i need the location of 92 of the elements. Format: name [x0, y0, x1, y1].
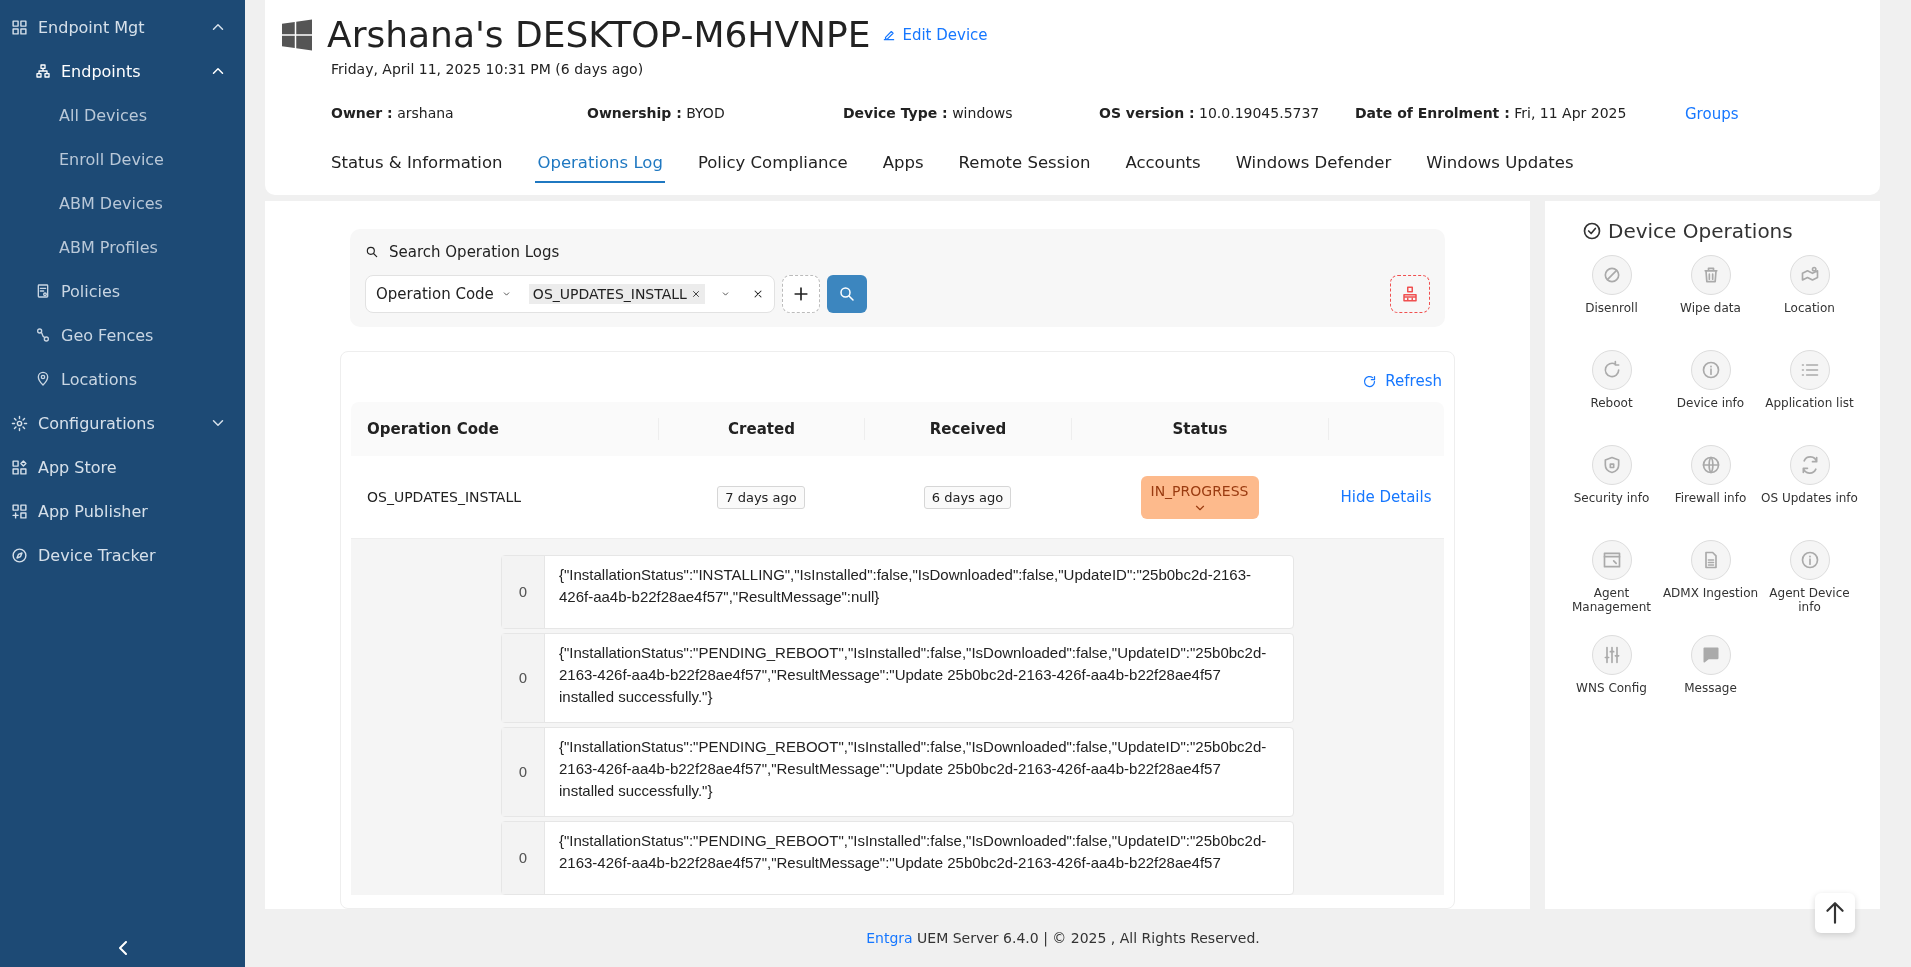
- clear-filters-button[interactable]: [1390, 275, 1430, 313]
- sidebar-item[interactable]: Enroll Device: [0, 137, 245, 181]
- log-entry-index: 0: [502, 728, 545, 816]
- sidebar-item[interactable]: ABM Profiles: [0, 225, 245, 269]
- menu-item-icon: [35, 63, 51, 79]
- panel-title: Device Operations: [1608, 219, 1793, 243]
- log-entry-text: {"InstallationStatus":"PENDING_REBOOT","IsInstalled":false,"IsDownloaded":false,"UpdateID":"25b0bc2d-2163-426f-aa4b-b22f28ae4f57","ResultMessage":"Update 25b0bc2d-2163-426f-aa4b-b22f28ae4f57 installed successfully."}: [558, 737, 1268, 801]
- footer-text: Entgra UEM Server 6.4.0 | © 2025 , All Rights Reserved.: [866, 930, 1260, 946]
- sidebar-item[interactable]: Policies: [0, 269, 245, 313]
- device-property: Owner : arshana: [331, 105, 455, 123]
- sidebar-item[interactable]: App Publisher: [0, 489, 245, 533]
- device-operation-button[interactable]: Agent Management: [1562, 540, 1661, 617]
- tab[interactable]: Operations Log: [535, 141, 665, 183]
- sidebar-item[interactable]: Geo Fences: [0, 313, 245, 357]
- entgra-link[interactable]: Entgra: [866, 930, 913, 946]
- device-title: Arshana's DESKTOP-M6HVNPE: [327, 14, 871, 55]
- received-time: 6 days ago: [923, 485, 1012, 509]
- search-icon: [838, 285, 856, 303]
- column-header: Operation Code: [366, 419, 500, 440]
- refresh-icon: [1362, 373, 1378, 389]
- device-operation-button[interactable]: Reboot: [1562, 350, 1661, 427]
- menu-item-icon: [11, 502, 28, 520]
- last-seen-date: Friday, April 11, 2025 10:31 PM (6 days ago): [331, 61, 645, 77]
- device-operation-button[interactable]: WNS Config: [1562, 635, 1661, 712]
- menu-item-icon: [35, 283, 51, 299]
- operation-icon: [1601, 360, 1622, 380]
- operation-icon: [1601, 550, 1622, 570]
- edit-device-link[interactable]: Edit Device: [882, 25, 988, 44]
- device-operation-button[interactable]: Device info: [1661, 350, 1760, 427]
- log-entry-text: {"InstallationStatus":"INSTALLING","IsInstalled":false,"IsDownloaded":false,"UpdateID":"25b0bc2d-2163-426f-aa4b-b22f28ae4f57","ResultMessage":null}: [558, 565, 1252, 607]
- device-property: Date of Enrolment : Fri, 11 Apr 2025: [1355, 105, 1628, 123]
- log-entry-index: 0: [502, 822, 545, 894]
- device-operation-button[interactable]: Security info: [1562, 445, 1661, 522]
- sidebar-item[interactable]: Endpoint Mgt: [0, 5, 245, 49]
- tab[interactable]: Accounts: [1123, 141, 1203, 183]
- operation-icon: [1700, 360, 1721, 380]
- tab[interactable]: Status & Information: [329, 141, 505, 183]
- operation-icon: [1799, 550, 1820, 570]
- close-icon: [690, 289, 701, 299]
- filter-tag[interactable]: OS_UPDATES_INSTALL: [528, 284, 705, 304]
- device-property: OS version : 10.0.19045.5737: [1099, 105, 1321, 123]
- menu-item-icon: [11, 414, 28, 432]
- sidebar-item[interactable]: Configurations: [0, 401, 245, 445]
- add-filter-button[interactable]: [782, 275, 820, 313]
- menu-item-icon: [35, 371, 51, 387]
- device-operation-button[interactable]: Disenroll: [1562, 255, 1661, 332]
- menu-item-icon: [11, 546, 28, 564]
- groups-link[interactable]: Groups: [1685, 105, 1739, 123]
- device-operation-button[interactable]: ADMX Ingestion: [1661, 540, 1760, 617]
- search-icon: [365, 245, 379, 259]
- tab[interactable]: Remote Session: [956, 141, 1093, 183]
- device-operation-button[interactable]: Location: [1760, 255, 1859, 332]
- column-header: Created: [658, 418, 864, 440]
- operation-icon: [1700, 455, 1721, 475]
- sidebar-item[interactable]: All Devices: [0, 93, 245, 137]
- menu-item-icon: [11, 18, 28, 36]
- device-operation-button[interactable]: Firewall info: [1661, 445, 1760, 522]
- hide-details-link[interactable]: Hide Details: [1340, 488, 1432, 506]
- menu-item-icon: [35, 327, 51, 343]
- device-property: Device Type : windows: [843, 105, 1014, 123]
- tab[interactable]: Windows Updates: [1424, 141, 1576, 183]
- log-entry-index: 0: [502, 634, 545, 722]
- sidebar-item[interactable]: ABM Devices: [0, 181, 245, 225]
- sidebar-item[interactable]: Endpoints: [0, 49, 245, 93]
- search-button[interactable]: [827, 275, 867, 313]
- log-entry-text: {"InstallationStatus":"PENDING_REBOOT","IsInstalled":false,"IsDownloaded":false,"UpdateID":"25b0bc2d-2163-426f-aa4b-b22f28ae4f57","ResultMessage":"Update 25b0bc2d-2163-426f-aa4b-b22f28ae4f57 installed successfully."}: [558, 643, 1268, 707]
- filter-field[interactable]: Operation Code OS_UPDATES_INSTALL: [365, 275, 775, 313]
- status-badge[interactable]: IN_PROGRESS: [1140, 475, 1259, 519]
- search-title: Search Operation Logs: [389, 243, 560, 261]
- log-entry-text: {"InstallationStatus":"PENDING_REBOOT","IsInstalled":false,"IsDownloaded":false,"UpdateID":"25b0bc2d-2163-426f-aa4b-b22f28ae4f57","ResultMessage":"Update 25b0bc2d-2163-426f-aa4b-b22f28ae4f57: [558, 831, 1268, 873]
- sidebar-item[interactable]: App Store: [0, 445, 245, 489]
- sidebar-item[interactable]: Device Tracker: [0, 533, 245, 577]
- scroll-to-top-button[interactable]: [1815, 893, 1855, 933]
- device-operation-button[interactable]: OS Updates info: [1760, 445, 1859, 522]
- device-operation-button[interactable]: Application list: [1760, 350, 1859, 427]
- tab[interactable]: Policy Compliance: [695, 141, 850, 183]
- device-property: Ownership : BYOD: [587, 105, 726, 123]
- table-cell-text: OS_UPDATES_INSTALL: [366, 489, 523, 505]
- tab[interactable]: Windows Defender: [1233, 141, 1394, 183]
- created-time: 7 days ago: [717, 485, 805, 509]
- collapse-sidebar-icon[interactable]: [118, 941, 127, 955]
- menu-item-icon: [11, 458, 28, 476]
- log-entry-index: 0: [502, 556, 545, 628]
- refresh-button[interactable]: Refresh: [1362, 372, 1442, 390]
- sidebar-item[interactable]: Locations: [0, 357, 245, 401]
- tab[interactable]: Apps: [880, 141, 926, 183]
- device-operation-button[interactable]: Message: [1661, 635, 1760, 712]
- column-header: Received: [864, 418, 1071, 440]
- device-operation-button[interactable]: Wipe data: [1661, 255, 1760, 332]
- check-circle-icon: [1582, 221, 1602, 241]
- column-header: Status: [1071, 418, 1328, 440]
- device-operation-button[interactable]: Agent Device info: [1760, 540, 1859, 617]
